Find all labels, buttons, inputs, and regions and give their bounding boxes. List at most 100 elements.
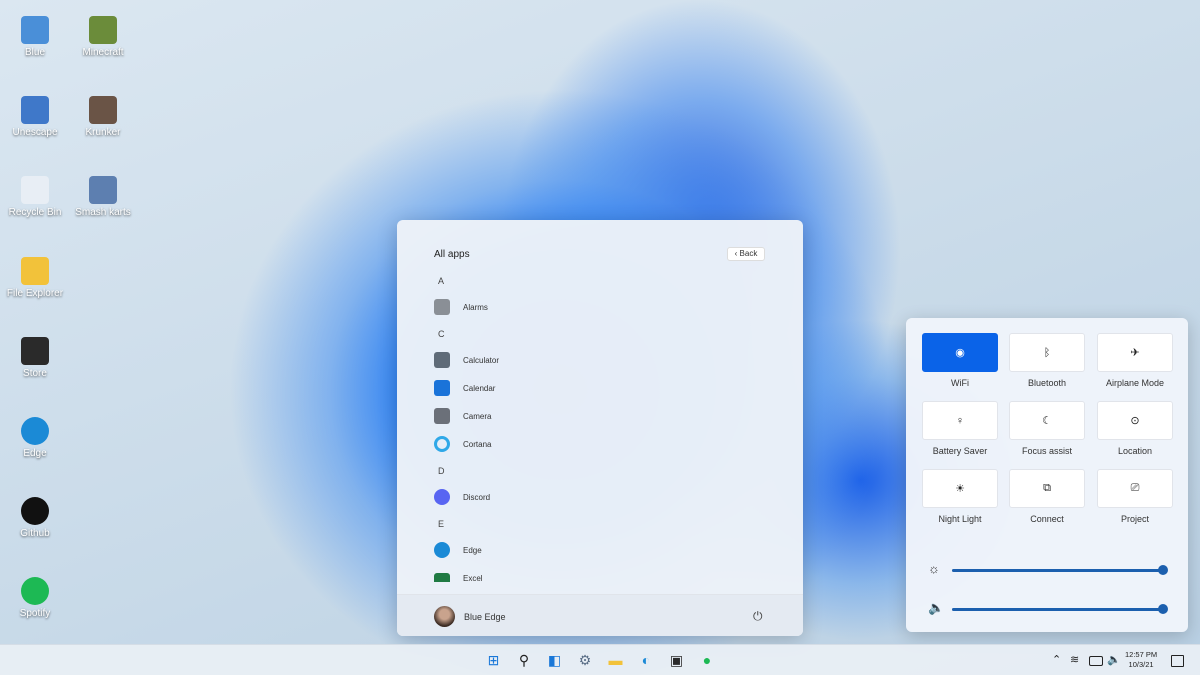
desktop-icon-spotify[interactable]: Spotify: [3, 577, 67, 619]
krunker-icon: [89, 96, 117, 124]
notifications-icon[interactable]: [1171, 655, 1184, 667]
user-avatar[interactable]: [434, 606, 455, 627]
battery-saver-icon: ♀: [955, 414, 965, 427]
edge-icon: [434, 542, 450, 558]
settings-icon[interactable]: ⚙: [577, 652, 594, 669]
desktop-icon-smash-karts[interactable]: Smash karts: [71, 176, 135, 218]
bluetooth-icon: ᛒ: [1043, 346, 1051, 359]
tile-label: Connect: [1030, 514, 1064, 524]
app-label: Discord: [463, 492, 491, 502]
spotify-icon[interactable]: ●: [699, 652, 716, 669]
icon-label: Krunker: [85, 127, 121, 138]
desktop-icon-blue[interactable]: Blue: [3, 16, 67, 58]
store-icon[interactable]: ▣: [668, 652, 685, 669]
quick-settings-panel: ◉ WiFi ᛒ Bluetooth ✈ Airplane Mode ♀ Battery Sa…: [906, 318, 1188, 632]
tile-label: Airplane Mode: [1105, 378, 1165, 388]
connect-icon: ⧉: [1043, 482, 1051, 494]
desktop-icon-edge[interactable]: Edge: [3, 417, 67, 459]
all-apps-title: All apps: [434, 249, 470, 260]
user-name[interactable]: Blue Edge: [464, 612, 506, 622]
back-label: Back: [739, 249, 758, 258]
tile-airplane-mode[interactable]: ✈: [1097, 333, 1173, 372]
desktop-icon-minecraft[interactable]: Minecraft: [71, 16, 135, 58]
taskbar: ⊞ ⚲ ◧ ⚙ ▬ ◐ ▣ ● ⌃ ≋ 🔈 12:57 PM 10/3/21: [0, 644, 1200, 675]
tile-connect[interactable]: ⧉: [1009, 469, 1085, 508]
app-label: Edge: [463, 545, 482, 555]
location-icon: ⊙: [1130, 415, 1140, 427]
alarms-icon: [434, 299, 450, 315]
tile-focus-assist[interactable]: ☾: [1009, 401, 1085, 440]
app-label: Alarms: [463, 302, 488, 312]
discord-icon: [434, 489, 450, 505]
group-letter[interactable]: D: [438, 466, 445, 476]
app-cortana[interactable]: Cortana: [434, 436, 491, 452]
sun-icon: ☀: [955, 483, 965, 495]
file-explorer-icon[interactable]: ▬: [607, 652, 624, 669]
tile-bluetooth[interactable]: ᛒ: [1009, 333, 1085, 372]
volume-icon: 🔈: [928, 600, 945, 615]
icon-label: Blue: [24, 47, 45, 58]
cortana-icon: [434, 436, 450, 452]
app-label: Cortana: [463, 439, 492, 449]
search-icon[interactable]: ⚲: [516, 652, 533, 669]
app-calendar[interactable]: Calendar: [434, 380, 495, 396]
tile-project[interactable]: ⎚: [1097, 469, 1173, 508]
volume-knob[interactable]: [1158, 604, 1168, 614]
tile-label: WiFi: [951, 378, 969, 388]
desktop-icon-store[interactable]: Store: [3, 337, 67, 379]
desktop-icon-krunker[interactable]: Krunker: [71, 96, 135, 138]
tile-label: Location: [1117, 446, 1153, 456]
battery-icon[interactable]: [1089, 656, 1103, 666]
icon-label: Spotify: [19, 608, 51, 619]
date: 10/3/21: [1128, 660, 1154, 669]
desktop-icon-recycle-bin[interactable]: Recycle Bin: [3, 176, 67, 218]
volume-slider[interactable]: [952, 604, 1168, 614]
windows-start-icon[interactable]: ⊞: [485, 652, 502, 669]
app-calculator[interactable]: Calculator: [434, 352, 499, 368]
app-edge[interactable]: Edge: [434, 542, 482, 558]
group-letter[interactable]: A: [438, 276, 444, 286]
group-letter[interactable]: E: [438, 519, 444, 529]
power-icon[interactable]: ⏻: [753, 609, 763, 624]
github-icon: [21, 497, 49, 525]
tile-battery-saver[interactable]: ♀: [922, 401, 998, 440]
tile-wifi[interactable]: ◉: [922, 333, 998, 372]
group-letter[interactable]: C: [438, 329, 445, 339]
back-button[interactable]: ‹ Back: [727, 247, 765, 261]
time: 12:57 PM: [1125, 650, 1158, 659]
desktop-icon-file-explorer[interactable]: File Explorer: [3, 257, 67, 299]
chevron-up-icon[interactable]: ⌃: [1052, 653, 1061, 666]
app-camera[interactable]: Camera: [434, 408, 491, 424]
folder-icon: [21, 257, 49, 285]
app-label: Camera: [463, 411, 492, 421]
sun-icon: ☼: [928, 561, 940, 576]
edge-icon[interactable]: ◐: [638, 652, 655, 669]
app-excel[interactable]: Excel: [434, 570, 483, 582]
wifi-icon: ◉: [955, 347, 965, 359]
icon-label: Github: [20, 528, 50, 539]
desktop-icon-unescape[interactable]: Unescape: [3, 96, 67, 138]
minecraft-icon: [89, 16, 117, 44]
icon-label: Minecraft: [82, 47, 124, 58]
app-discord[interactable]: Discord: [434, 489, 490, 505]
brightness-knob[interactable]: [1158, 565, 1168, 575]
brightness-slider[interactable]: [952, 565, 1168, 575]
volume-icon[interactable]: 🔈: [1107, 653, 1121, 666]
app-label: Calendar: [463, 383, 496, 393]
icon-label: Edge: [23, 448, 47, 459]
wifi-icon[interactable]: ≋: [1070, 653, 1079, 666]
edge-icon: [21, 417, 49, 445]
tile-location[interactable]: ⊙: [1097, 401, 1173, 440]
icon-label: Smash karts: [75, 207, 131, 218]
app-label: Calculator: [463, 355, 500, 365]
spotify-icon: [21, 577, 49, 605]
tile-night-light[interactable]: ☀: [922, 469, 998, 508]
blue-icon: [21, 16, 49, 44]
camera-icon: [434, 408, 450, 424]
clock[interactable]: 12:57 PM 10/3/21: [1125, 650, 1157, 670]
task-view-icon[interactable]: ◧: [546, 652, 563, 669]
app-alarms[interactable]: Alarms: [434, 299, 488, 315]
desktop-icon-github[interactable]: Github: [3, 497, 67, 539]
tile-label: Battery Saver: [932, 446, 988, 456]
smash-karts-icon: [89, 176, 117, 204]
